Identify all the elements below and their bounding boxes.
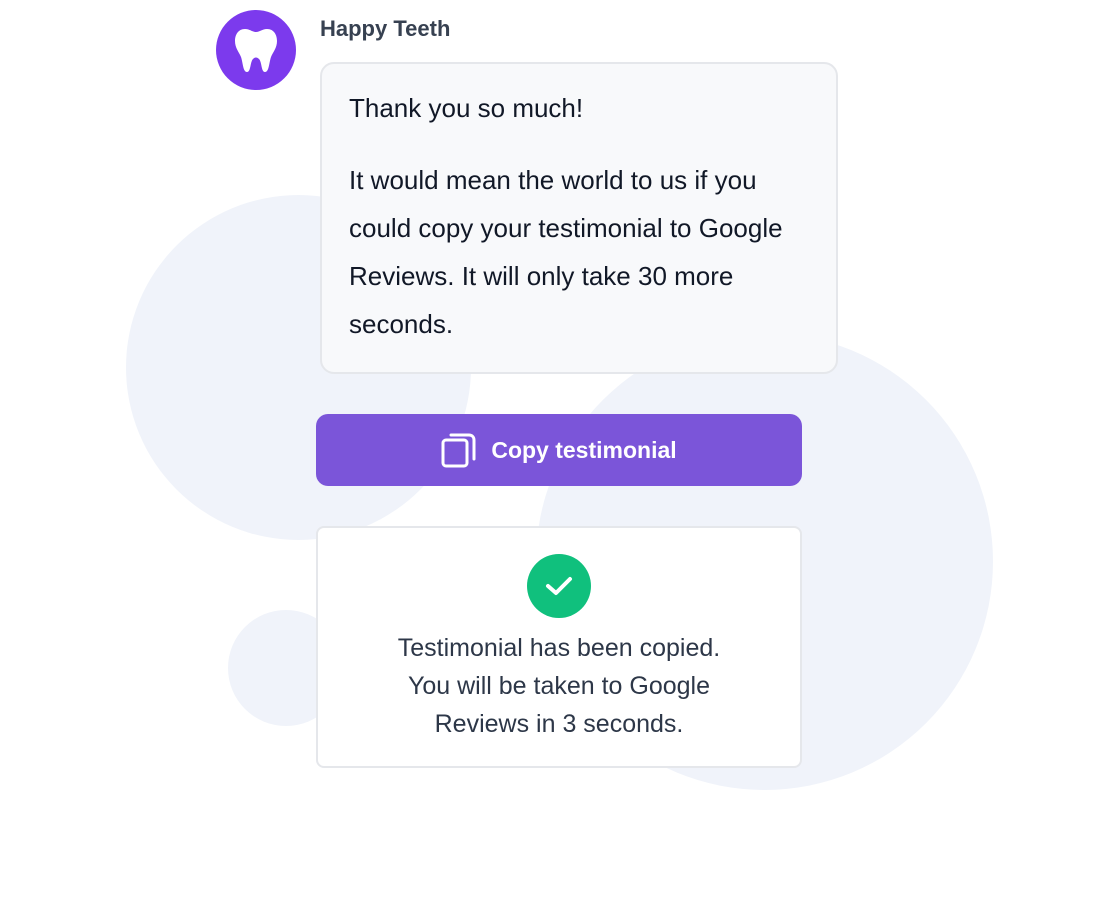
notice-text: Testimonial has been copied. You will be… [358, 629, 760, 743]
message-bubble: Thank you so much! It would mean the wor… [320, 62, 838, 374]
notice-line-2: You will be taken to Google [407, 672, 711, 700]
copy-icon [441, 432, 477, 468]
sender-name: Happy Teeth [320, 16, 451, 41]
copied-notice: Testimonial has been copied. You will be… [316, 526, 802, 768]
message-greeting: Thank you so much! [349, 93, 584, 123]
tooth-icon [235, 29, 277, 72]
message-body: It would mean the world to us if you cou… [349, 165, 783, 339]
notice-line-1: Testimonial has been copied. [397, 634, 721, 662]
copy-testimonial-button[interactable]: Copy testimonial [316, 414, 802, 486]
check-icon [527, 554, 591, 618]
avatar [216, 10, 296, 90]
notice-line-3: Reviews in 3 seconds. [434, 710, 684, 738]
copy-button-label: Copy testimonial [491, 436, 677, 463]
